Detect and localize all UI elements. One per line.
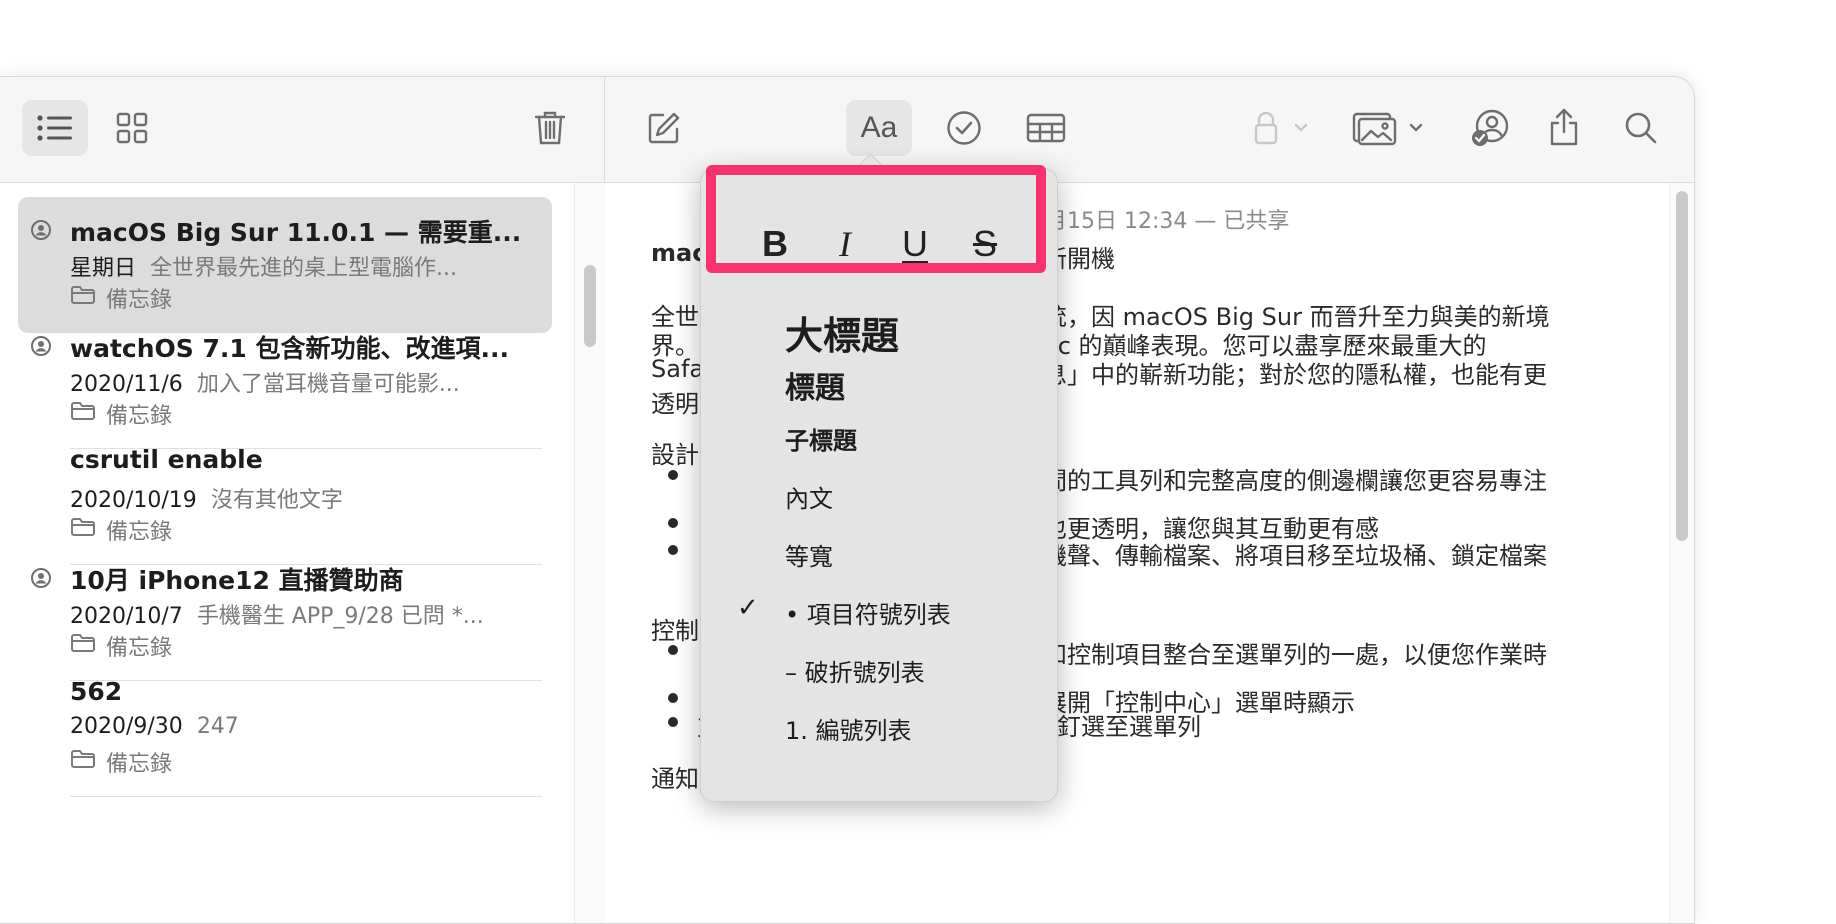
style-subheading[interactable]: 子標題 — [785, 421, 857, 456]
note-separator — [70, 796, 542, 797]
list-view-button[interactable] — [22, 100, 88, 156]
section-design: 設計 — [651, 441, 699, 469]
list-view-icon — [37, 114, 73, 142]
note-folder: 備忘錄 — [70, 398, 172, 430]
folder-icon — [70, 285, 106, 311]
editor-scrollbar[interactable] — [1669, 183, 1694, 923]
note-title: watchOS 7.1 包含新功能、改進項... — [70, 334, 509, 363]
annotation-highlight-box — [706, 165, 1046, 273]
bullet-marker — [668, 645, 678, 655]
media-icon — [1352, 110, 1428, 146]
note-preview: 手機醫生 APP_9/28 已問 *... — [196, 604, 484, 629]
note-list: macOS Big Sur 11.0.1 — 需要重... 星期日 全世界最先進的桌… — [0, 183, 574, 923]
format-button[interactable]: Aa — [846, 100, 912, 156]
note-date: 2020/9/30 — [70, 714, 183, 739]
note-folder-label: 備忘錄 — [106, 636, 173, 661]
note-meta: 2020/10/7 手機醫生 APP_9/28 已問 *... — [70, 598, 484, 630]
note-list-scroll-thumb[interactable] — [584, 265, 596, 347]
body-line-4-left: 透明 — [651, 390, 699, 418]
search-icon — [1624, 111, 1658, 145]
trash-icon — [534, 110, 566, 146]
lock-icon — [1252, 110, 1312, 146]
note-preview: 加入了當耳機音量可能影... — [196, 372, 460, 397]
note-title: macOS Big Sur 11.0.1 — 需要重... — [70, 218, 522, 247]
note-preview: 沒有其他文字 — [210, 488, 343, 513]
note-list-scrollbar[interactable] — [574, 183, 607, 923]
folder-icon — [70, 517, 106, 543]
note-folder: 備忘錄 — [70, 746, 172, 778]
bullet-marker — [668, 518, 678, 528]
note-folder-label: 備忘錄 — [106, 752, 173, 777]
note-folder: 備忘錄 — [70, 282, 172, 314]
style-title[interactable]: 大標題 — [785, 305, 899, 360]
table-icon — [1026, 113, 1066, 143]
shared-note-icon — [30, 219, 52, 245]
note-meta: 月15日 12:34 — 已共享 — [1045, 209, 1290, 234]
folder-icon — [70, 401, 106, 427]
note-date: 2020/10/19 — [70, 488, 197, 513]
share-button[interactable] — [1538, 97, 1590, 157]
collaborate-button[interactable] — [1462, 100, 1518, 156]
note-meta: 2020/11/6 加入了當耳機音量可能影... — [70, 366, 460, 398]
gallery-view-button[interactable] — [104, 100, 160, 156]
style-dashed-list[interactable]: – 破折號列表 — [785, 653, 925, 688]
style-body[interactable]: 內文 — [785, 479, 833, 514]
delete-button[interactable] — [524, 100, 576, 156]
folder-icon — [70, 633, 106, 659]
body-line-3-left: Safa — [651, 355, 705, 383]
search-button[interactable] — [1614, 100, 1668, 156]
shared-note-icon — [30, 567, 52, 593]
note-meta: 2020/10/19 沒有其他文字 — [70, 482, 343, 514]
shared-note-icon — [30, 335, 52, 361]
note-meta: 星期日 全世界最先進的桌上型電腦作... — [70, 250, 457, 282]
editor-scroll-thumb[interactable] — [1676, 191, 1688, 541]
table-button[interactable] — [1016, 100, 1076, 156]
checklist-button[interactable] — [936, 100, 992, 156]
note-list-item[interactable]: 562 2020/9/30 247 備忘錄 — [18, 661, 552, 797]
bullet-design-3: 機聲、傳輸檔案、將項目移至垃圾桶、鎖定檔案 — [1043, 542, 1547, 570]
style-monospaced[interactable]: 等寬 — [785, 537, 833, 572]
media-button[interactable] — [1348, 100, 1432, 156]
lock-button[interactable] — [1244, 100, 1320, 156]
bullet-control-1: 和控制項目整合至選單列的一處，以便您作業時 — [1043, 641, 1547, 669]
compose-button[interactable] — [636, 100, 692, 156]
format-aa-icon: Aa — [860, 111, 898, 144]
note-date: 星期日 — [70, 256, 137, 281]
note-preview: 247 — [196, 714, 239, 739]
note-folder-label: 備忘錄 — [106, 520, 173, 545]
note-date: 2020/10/7 — [70, 604, 183, 629]
note-folder-label: 備忘錄 — [106, 288, 173, 313]
style-bulleted-list[interactable]: • 項目符號列表 — [785, 595, 951, 630]
bullet-marker — [668, 545, 678, 555]
bullet-marker — [668, 717, 678, 727]
note-title-left: mac — [651, 239, 707, 267]
compose-icon — [647, 111, 681, 145]
checkmark-icon: ✓ — [737, 593, 759, 623]
note-date: 2020/11/6 — [70, 372, 183, 397]
share-icon — [1548, 107, 1580, 147]
note-title: 562 — [70, 677, 123, 706]
gallery-view-icon — [116, 112, 148, 144]
note-title: 10月 iPhone12 直播贊助商 — [70, 566, 404, 595]
note-title: csrutil enable — [70, 445, 263, 474]
bullet-marker — [668, 470, 678, 480]
note-folder-label: 備忘錄 — [106, 404, 173, 429]
bullet-marker — [668, 693, 678, 703]
style-numbered-list[interactable]: 1. 編號列表 — [785, 711, 912, 746]
collaborate-icon — [1470, 108, 1510, 148]
style-heading[interactable]: 標題 — [785, 363, 845, 407]
toolbar-divider — [604, 77, 605, 182]
note-folder: 備忘錄 — [70, 630, 172, 662]
bullet-design-1: 間的工具列和完整高度的側邊欄讓您更容易專注 — [1043, 467, 1547, 495]
section-control: 控制 — [651, 617, 699, 645]
checklist-icon — [946, 110, 982, 146]
body-line-3-right: 息」中的嶄新功能；對於您的隱私權，也能有更 — [1043, 361, 1547, 389]
note-preview: 全世界最先進的桌上型電腦作... — [150, 256, 457, 281]
folder-icon — [70, 749, 106, 775]
note-meta: 2020/9/30 247 — [70, 714, 239, 739]
note-folder: 備忘錄 — [70, 514, 172, 546]
